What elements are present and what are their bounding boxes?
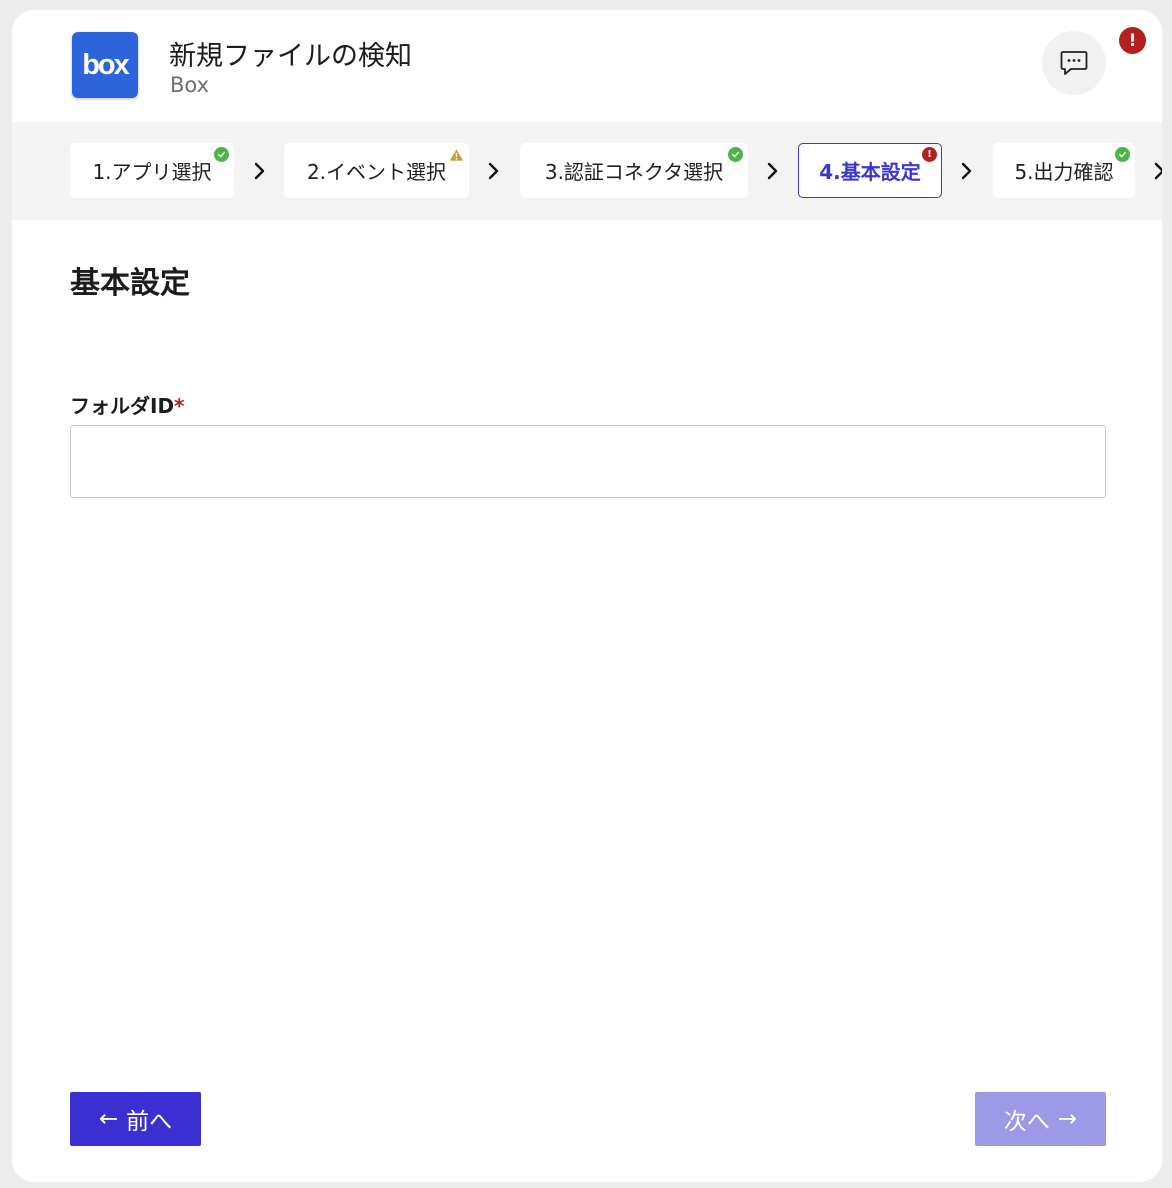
step-label: 4.基本設定: [819, 160, 921, 184]
app-name: Box: [170, 73, 210, 97]
chevron-right-icon: [767, 162, 778, 180]
check-circle-icon: [1115, 147, 1130, 162]
folder-id-label: フォルダID*: [70, 390, 185, 419]
next-button-label: 次へ: [1003, 1109, 1050, 1135]
step-label: 5.出力確認: [1014, 160, 1114, 184]
box-app-logo: box: [72, 32, 138, 98]
step-event-select[interactable]: 2.イベント選択: [284, 143, 469, 198]
page-title: 新規ファイルの検知: [169, 41, 412, 72]
previous-button[interactable]: ← 前へ: [70, 1092, 201, 1146]
arrow-right-icon: →: [1057, 1106, 1078, 1132]
previous-button-label: 前へ: [126, 1109, 173, 1135]
check-circle-icon: [214, 147, 229, 162]
chevron-right-icon: [488, 162, 499, 180]
next-button[interactable]: 次へ →: [975, 1092, 1106, 1146]
chevron-right-icon: [1154, 162, 1162, 180]
error-circle-icon: !: [922, 147, 937, 162]
folder-id-label-text: フォルダID: [70, 394, 175, 418]
section-title: 基本設定: [70, 266, 190, 301]
chevron-right-icon: [254, 162, 265, 180]
error-alert-icon[interactable]: !: [1119, 27, 1146, 54]
app-settings-dialog: box 新規ファイルの検知 Box ! 1.アプリ選択 2.イベント選択 3.認…: [12, 10, 1162, 1182]
step-label: 3.認証コネクタ選択: [544, 160, 724, 184]
folder-id-input[interactable]: [70, 425, 1106, 498]
step-app-select[interactable]: 1.アプリ選択: [70, 143, 234, 198]
warning-triangle-icon: [449, 147, 464, 162]
check-circle-icon: [728, 147, 743, 162]
arrow-left-icon: ←: [98, 1106, 119, 1132]
step-navigation: 1.アプリ選択 2.イベント選択 3.認証コネクタ選択 4.基本設定 ! 5.出…: [12, 122, 1162, 220]
step-auth-connector-select[interactable]: 3.認証コネクタ選択: [520, 143, 748, 198]
comment-dots-icon: [1060, 51, 1088, 75]
step-label: 1.アプリ選択: [92, 160, 212, 184]
step-basic-settings[interactable]: 4.基本設定 !: [798, 143, 942, 198]
chevron-right-icon: [961, 162, 972, 180]
step-output-confirm[interactable]: 5.出力確認: [993, 143, 1135, 198]
step-label: 2.イベント選択: [306, 160, 447, 184]
required-mark: *: [174, 394, 185, 418]
dialog-header: box 新規ファイルの検知 Box !: [12, 10, 1162, 122]
comment-button[interactable]: [1042, 31, 1106, 95]
